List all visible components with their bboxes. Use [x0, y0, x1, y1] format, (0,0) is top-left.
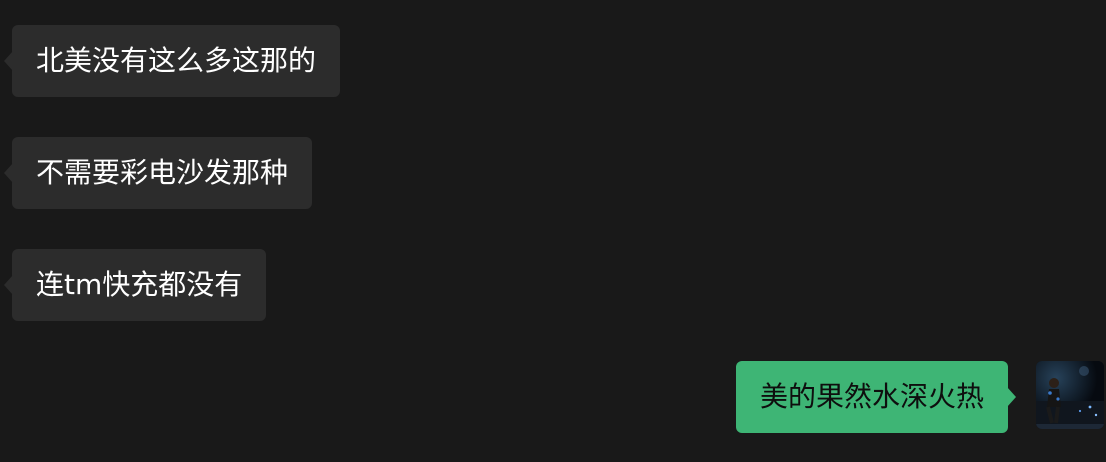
received-message-bubble[interactable]: 北美没有这么多这那的 — [3, 25, 341, 97]
received-message: 连tm快充都没有 — [3, 249, 267, 321]
received-message: 不需要彩电沙发那种 — [3, 137, 313, 209]
sent-message: 美的果然水深火热 — [735, 361, 1017, 433]
sent-message-bubble[interactable]: 美的果然水深火热 — [735, 361, 1017, 433]
received-message-bubble[interactable]: 不需要彩电沙发那种 — [3, 137, 313, 209]
received-message: 北美没有这么多这那的 — [3, 25, 341, 97]
received-message-bubble[interactable]: 连tm快充都没有 — [3, 249, 267, 321]
avatar-image — [1036, 361, 1104, 429]
user-avatar[interactable] — [1036, 361, 1104, 429]
